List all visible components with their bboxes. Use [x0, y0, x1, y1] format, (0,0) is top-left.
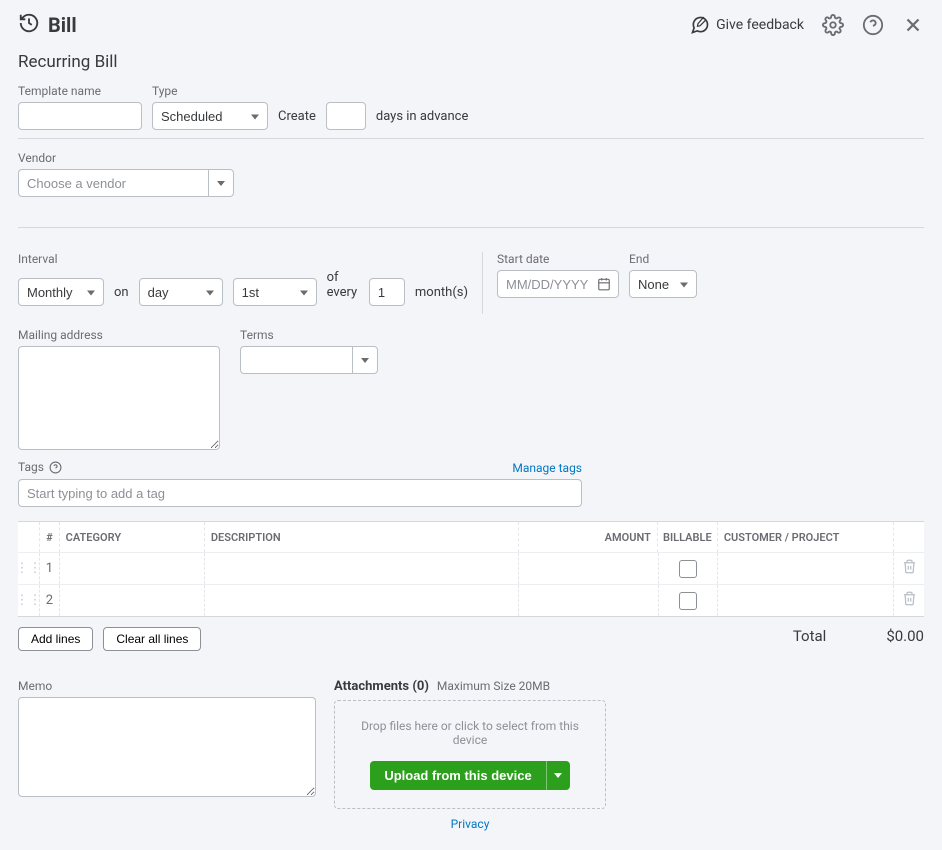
cell-customer[interactable]	[718, 553, 895, 584]
interval-freq-select[interactable]: Monthly	[18, 278, 104, 306]
type-select[interactable]: Scheduled	[152, 102, 268, 130]
attachments-title: Attachments (0)	[334, 679, 429, 694]
interval-on: on	[114, 285, 129, 306]
col-header-num: #	[40, 522, 60, 552]
history-icon[interactable]	[18, 12, 40, 38]
cell-category[interactable]	[60, 553, 205, 584]
total-label: Total	[793, 627, 827, 645]
drag-handle-icon[interactable]: ⋮⋮	[16, 561, 42, 576]
manage-tags-link[interactable]: Manage tags	[512, 461, 582, 475]
days-advance-suffix: days in advance	[376, 109, 469, 130]
billable-checkbox[interactable]	[679, 592, 697, 610]
interval-day-select[interactable]: day	[139, 278, 223, 306]
vendor-dropdown-button[interactable]	[208, 169, 234, 197]
total-value: $0.00	[886, 627, 924, 645]
create-prefix: Create	[278, 109, 316, 130]
line-items-table: # CATEGORY DESCRIPTION AMOUNT BILLABLE C…	[18, 521, 924, 617]
col-header-amount: AMOUNT	[519, 522, 658, 552]
close-icon[interactable]	[902, 14, 924, 36]
cell-description[interactable]	[205, 585, 519, 616]
privacy-link[interactable]: Privacy	[451, 817, 490, 831]
interval-label: Interval	[18, 252, 468, 266]
upload-button[interactable]: Upload from this device	[370, 761, 545, 790]
end-label: End	[629, 252, 697, 266]
col-header-category: CATEGORY	[60, 522, 205, 552]
days-advance-input[interactable]	[326, 102, 366, 130]
vendor-label: Vendor	[18, 151, 924, 165]
start-date-label: Start date	[497, 252, 619, 266]
billable-checkbox[interactable]	[679, 560, 697, 578]
give-feedback-button[interactable]: Give feedback	[690, 15, 804, 35]
interval-unit: month(s)	[415, 285, 468, 306]
trash-icon[interactable]	[902, 591, 917, 610]
table-row[interactable]: ⋮⋮ 1	[18, 552, 924, 584]
interval-every: of every	[327, 270, 359, 306]
upload-caret-button[interactable]	[546, 761, 570, 790]
page-header: Bill Give feedback	[0, 0, 942, 46]
mailing-address-input[interactable]	[18, 346, 220, 450]
end-select[interactable]: None	[629, 270, 697, 298]
col-header-customer: CUSTOMER / PROJECT	[718, 522, 895, 552]
vendor-input[interactable]	[18, 169, 208, 197]
cell-category[interactable]	[60, 585, 205, 616]
tags-input[interactable]	[18, 479, 582, 507]
clear-lines-button[interactable]: Clear all lines	[103, 627, 201, 651]
gear-icon[interactable]	[822, 14, 844, 36]
template-name-input[interactable]	[18, 102, 142, 130]
cell-amount[interactable]	[519, 585, 658, 616]
type-label: Type	[152, 84, 268, 98]
table-row[interactable]: ⋮⋮ 2	[18, 584, 924, 616]
attachments-dropzone[interactable]: Drop files here or click to select from …	[334, 700, 606, 809]
dropzone-text: Drop files here or click to select from …	[345, 719, 595, 747]
cell-amount[interactable]	[519, 553, 658, 584]
terms-input[interactable]	[240, 346, 352, 374]
terms-dropdown-button[interactable]	[352, 346, 378, 374]
drag-handle-icon[interactable]: ⋮⋮	[16, 593, 42, 608]
form-title: Recurring Bill	[18, 52, 924, 72]
row-num: 1	[40, 553, 60, 584]
tags-label: Tags	[18, 460, 44, 474]
start-date-input[interactable]	[497, 270, 619, 298]
memo-label: Memo	[18, 679, 316, 693]
template-name-label: Template name	[18, 84, 142, 98]
interval-num-input[interactable]	[369, 278, 405, 306]
trash-icon[interactable]	[902, 559, 917, 578]
help-icon[interactable]	[862, 14, 884, 36]
page-title: Bill	[48, 13, 77, 37]
info-icon[interactable]	[49, 461, 62, 474]
cell-description[interactable]	[205, 553, 519, 584]
mailing-label: Mailing address	[18, 328, 220, 342]
col-header-billable: BILLABLE	[658, 522, 718, 552]
interval-ord-select[interactable]: 1st	[233, 278, 317, 306]
add-lines-button[interactable]: Add lines	[18, 627, 93, 651]
memo-input[interactable]	[18, 697, 316, 797]
col-header-description: DESCRIPTION	[205, 522, 519, 552]
row-num: 2	[40, 585, 60, 616]
feedback-label: Give feedback	[716, 17, 804, 33]
attachments-max: Maximum Size 20MB	[437, 679, 550, 693]
cell-customer[interactable]	[718, 585, 895, 616]
terms-label: Terms	[240, 328, 378, 342]
